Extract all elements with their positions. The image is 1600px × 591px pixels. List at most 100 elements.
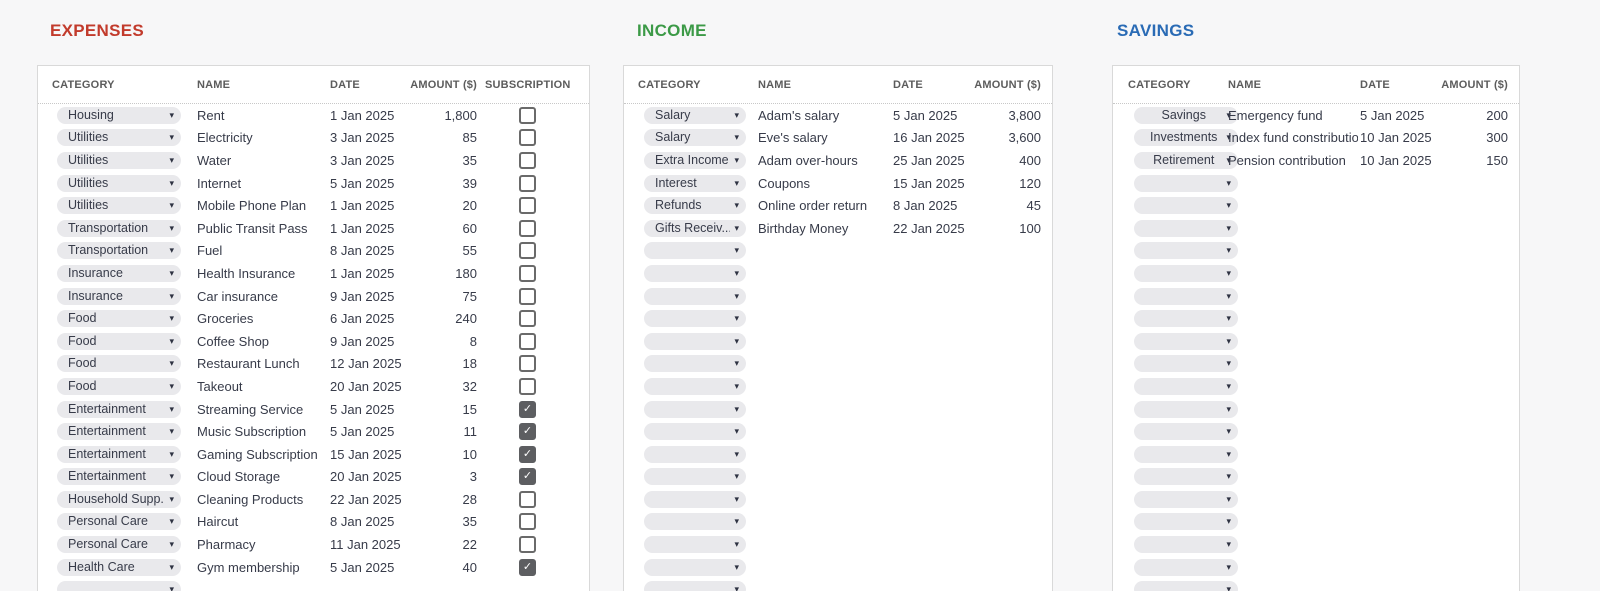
subscription-checkbox[interactable] <box>519 377 536 395</box>
subscription-checkbox[interactable] <box>519 264 536 282</box>
name-cell[interactable]: Online order return <box>758 194 888 217</box>
name-cell[interactable]: Gaming Subscription <box>197 443 327 466</box>
amount-cell[interactable]: 200 <box>1413 104 1508 127</box>
amount-cell[interactable]: 3,600 <box>944 127 1041 150</box>
category-dropdown[interactable]: Entertainment ▾ <box>57 400 181 418</box>
amount-cell[interactable]: 35 <box>378 511 477 534</box>
name-cell[interactable]: Groceries <box>197 307 327 330</box>
name-cell[interactable]: Index fund constribution <box>1228 127 1358 150</box>
amount-cell[interactable]: 150 <box>1413 149 1508 172</box>
name-cell[interactable]: Mobile Phone Plan <box>197 194 327 217</box>
category-dropdown[interactable]: ▾ <box>644 423 746 441</box>
amount-cell[interactable]: 3 <box>378 466 477 489</box>
category-dropdown[interactable]: Utilities ▾ <box>57 197 181 215</box>
category-dropdown[interactable]: ▾ <box>644 377 746 395</box>
category-dropdown[interactable]: ▾ <box>1134 423 1238 441</box>
amount-cell[interactable]: 10 <box>378 443 477 466</box>
name-cell[interactable]: Electricity <box>197 127 327 150</box>
category-dropdown[interactable]: Insurance ▾ <box>57 264 181 282</box>
subscription-checkbox[interactable] <box>519 197 536 215</box>
category-dropdown[interactable]: ▾ <box>1134 377 1238 395</box>
name-cell[interactable]: Emergency fund <box>1228 104 1358 127</box>
amount-cell[interactable]: 39 <box>378 172 477 195</box>
category-dropdown[interactable]: ▾ <box>57 581 181 591</box>
name-cell[interactable]: Pension contribution <box>1228 149 1358 172</box>
category-dropdown[interactable]: ▾ <box>1134 174 1238 192</box>
name-cell[interactable]: Coffee Shop <box>197 330 327 353</box>
category-dropdown[interactable]: ▾ <box>1134 355 1238 373</box>
name-cell[interactable]: Streaming Service <box>197 398 327 421</box>
name-cell[interactable]: Cloud Storage <box>197 466 327 489</box>
category-dropdown[interactable]: Housing ▾ <box>57 106 181 124</box>
amount-cell[interactable]: 22 <box>378 533 477 556</box>
amount-cell[interactable]: 300 <box>1413 127 1508 150</box>
name-cell[interactable]: Gym membership <box>197 556 327 579</box>
category-dropdown[interactable]: ▾ <box>644 513 746 531</box>
category-dropdown[interactable]: ▾ <box>1134 490 1238 508</box>
name-cell[interactable]: Cleaning Products <box>197 488 327 511</box>
category-dropdown[interactable]: ▾ <box>644 558 746 576</box>
subscription-checkbox[interactable]: ✓ <box>519 445 536 463</box>
category-dropdown[interactable]: Entertainment ▾ <box>57 445 181 463</box>
name-cell[interactable]: Pharmacy <box>197 533 327 556</box>
subscription-checkbox[interactable] <box>519 106 536 124</box>
category-dropdown[interactable]: Food ▾ <box>57 377 181 395</box>
amount-cell[interactable]: 20 <box>378 194 477 217</box>
category-dropdown[interactable]: ▾ <box>1134 581 1238 591</box>
category-dropdown[interactable]: Food ▾ <box>57 310 181 328</box>
amount-cell[interactable]: 28 <box>378 488 477 511</box>
name-cell[interactable]: Eve's salary <box>758 127 888 150</box>
subscription-checkbox[interactable] <box>519 332 536 350</box>
category-dropdown[interactable]: ▾ <box>1134 287 1238 305</box>
category-dropdown[interactable]: Insurance ▾ <box>57 287 181 305</box>
category-dropdown[interactable]: Entertainment ▾ <box>57 468 181 486</box>
category-dropdown[interactable]: Savings ▾ <box>1134 106 1238 124</box>
category-dropdown[interactable]: Salary ▾ <box>644 106 746 124</box>
category-dropdown[interactable]: ▾ <box>644 445 746 463</box>
amount-cell[interactable]: 3,800 <box>944 104 1041 127</box>
category-dropdown[interactable]: ▾ <box>644 581 746 591</box>
amount-cell[interactable]: 400 <box>944 149 1041 172</box>
category-dropdown[interactable]: ▾ <box>644 490 746 508</box>
category-dropdown[interactable]: Food ▾ <box>57 332 181 350</box>
name-cell[interactable]: Restaurant Lunch <box>197 353 327 376</box>
name-cell[interactable]: Haircut <box>197 511 327 534</box>
subscription-checkbox[interactable] <box>519 219 536 237</box>
amount-cell[interactable]: 75 <box>378 285 477 308</box>
category-dropdown[interactable]: Entertainment ▾ <box>57 423 181 441</box>
category-dropdown[interactable]: Personal Care ▾ <box>57 513 181 531</box>
category-dropdown[interactable]: Utilities ▾ <box>57 151 181 169</box>
subscription-checkbox[interactable] <box>519 490 536 508</box>
category-dropdown[interactable]: ▾ <box>644 400 746 418</box>
amount-cell[interactable]: 180 <box>378 262 477 285</box>
name-cell[interactable]: Music Subscription <box>197 420 327 443</box>
name-cell[interactable]: Internet <box>197 172 327 195</box>
category-dropdown[interactable]: Transportation ▾ <box>57 242 181 260</box>
subscription-checkbox[interactable]: ✓ <box>519 400 536 418</box>
name-cell[interactable]: Adam's salary <box>758 104 888 127</box>
name-cell[interactable]: Adam over-hours <box>758 149 888 172</box>
amount-cell[interactable]: 55 <box>378 240 477 263</box>
category-dropdown[interactable]: ▾ <box>644 310 746 328</box>
name-cell[interactable]: Public Transit Pass <box>197 217 327 240</box>
amount-cell[interactable]: 120 <box>944 172 1041 195</box>
amount-cell[interactable]: 60 <box>378 217 477 240</box>
category-dropdown[interactable]: ▾ <box>1134 310 1238 328</box>
category-dropdown[interactable]: ▾ <box>644 468 746 486</box>
category-dropdown[interactable]: ▾ <box>644 355 746 373</box>
category-dropdown[interactable]: Food ▾ <box>57 355 181 373</box>
amount-cell[interactable]: 240 <box>378 307 477 330</box>
subscription-checkbox[interactable]: ✓ <box>519 423 536 441</box>
category-dropdown[interactable]: Utilities ▾ <box>57 129 181 147</box>
category-dropdown[interactable]: Investments ▾ <box>1134 129 1238 147</box>
category-dropdown[interactable]: Transportation ▾ <box>57 219 181 237</box>
subscription-checkbox[interactable]: ✓ <box>519 558 536 576</box>
category-dropdown[interactable]: ▾ <box>1134 445 1238 463</box>
category-dropdown[interactable]: Retirement ▾ <box>1134 151 1238 169</box>
subscription-checkbox[interactable] <box>519 536 536 554</box>
category-dropdown[interactable]: ▾ <box>644 332 746 350</box>
category-dropdown[interactable]: ▾ <box>644 242 746 260</box>
name-cell[interactable]: Car insurance <box>197 285 327 308</box>
category-dropdown[interactable]: ▾ <box>1134 242 1238 260</box>
category-dropdown[interactable]: ▾ <box>644 536 746 554</box>
